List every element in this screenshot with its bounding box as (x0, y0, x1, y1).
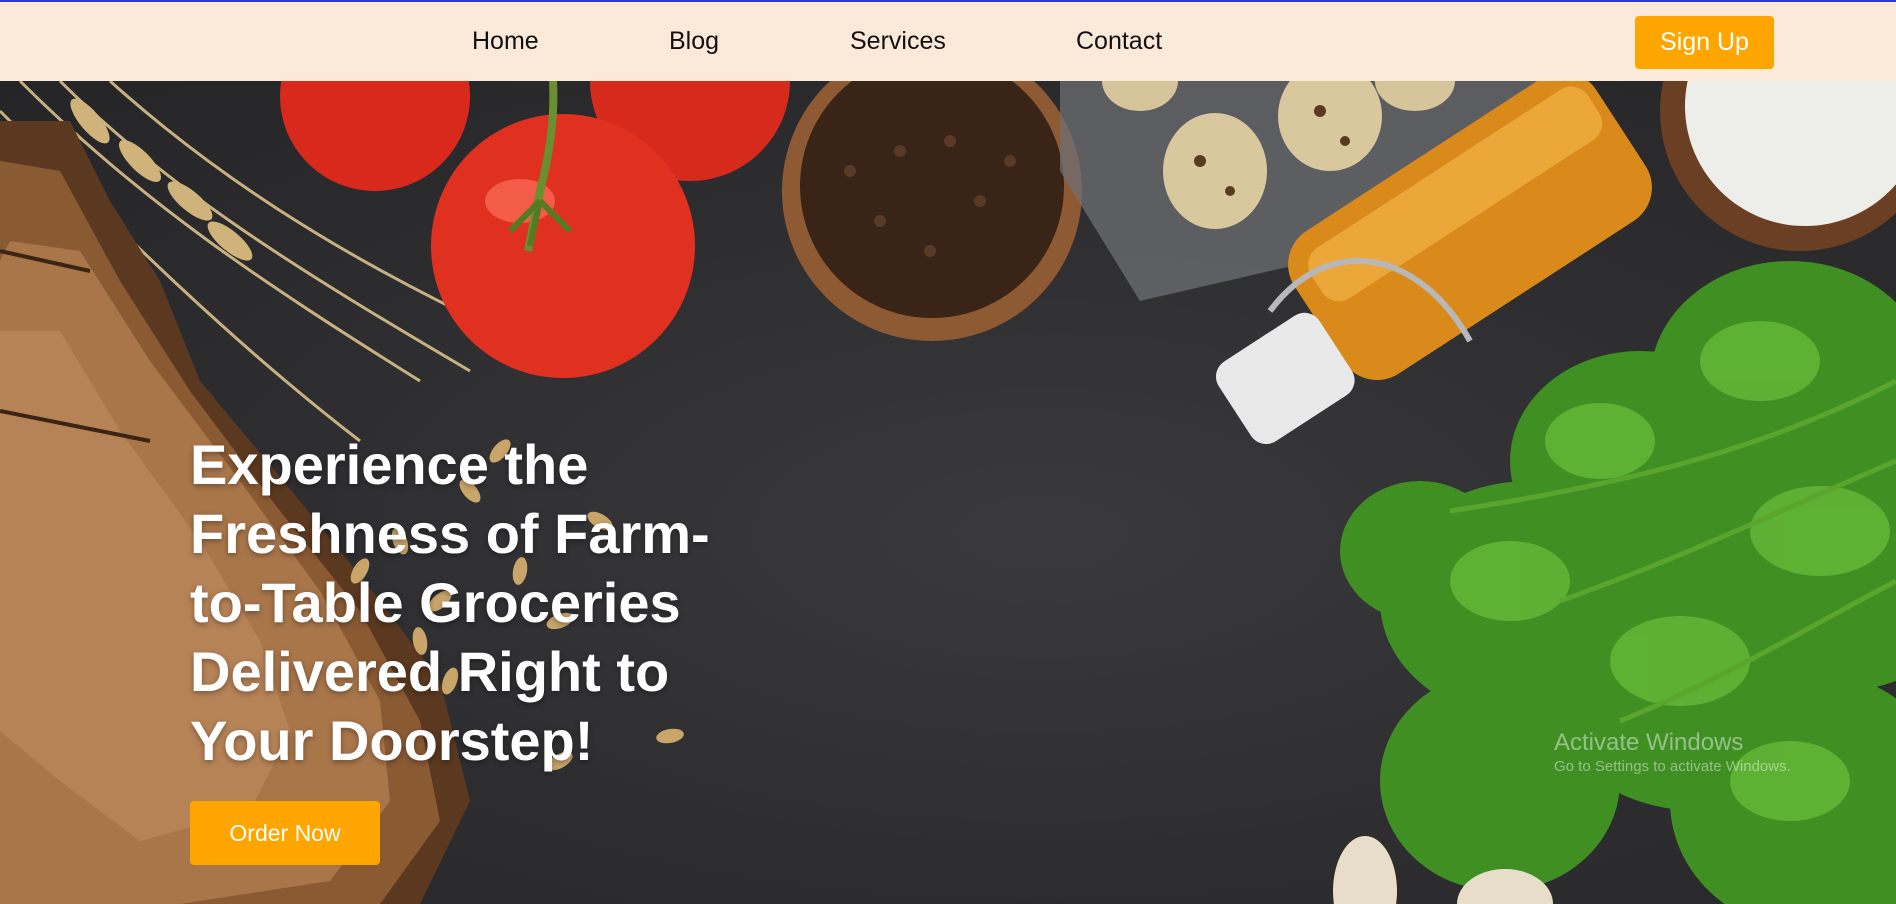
hero-section: Experience the Freshness of Farm- to-Tab… (0, 81, 1896, 904)
nav-link-blog[interactable]: Blog (669, 27, 719, 56)
salt-bowl-illustration (1660, 81, 1896, 251)
order-now-button[interactable]: Order Now (190, 801, 380, 865)
peppercorn-bowl-illustration (782, 81, 1082, 341)
hero-headline-line: Experience the (190, 433, 589, 496)
watermark-title: Activate Windows (1554, 729, 1744, 756)
tomato-illustration (280, 81, 790, 378)
page: Home Blog Services Contact Sign Up Exper… (0, 0, 1896, 904)
activate-windows-watermark: Activate Windows Go to Settings to activ… (1554, 729, 1791, 777)
sign-up-button[interactable]: Sign Up (1635, 16, 1774, 69)
nav-link-home[interactable]: Home (472, 27, 539, 56)
nav-link-contact[interactable]: Contact (1076, 27, 1162, 56)
nav-link-services[interactable]: Services (850, 27, 946, 56)
hero-headline-line: to-Table Groceries (190, 571, 681, 634)
hero-headline-line: Delivered Right to (190, 640, 670, 703)
watermark-subtitle: Go to Settings to activate Windows. (1554, 758, 1791, 775)
hero-headline: Experience the Freshness of Farm- to-Tab… (190, 430, 790, 775)
navbar: Home Blog Services Contact Sign Up (0, 2, 1896, 81)
hero-headline-line: Your Doorstep! (190, 709, 594, 772)
hero-headline-line: Freshness of Farm- (190, 502, 710, 565)
